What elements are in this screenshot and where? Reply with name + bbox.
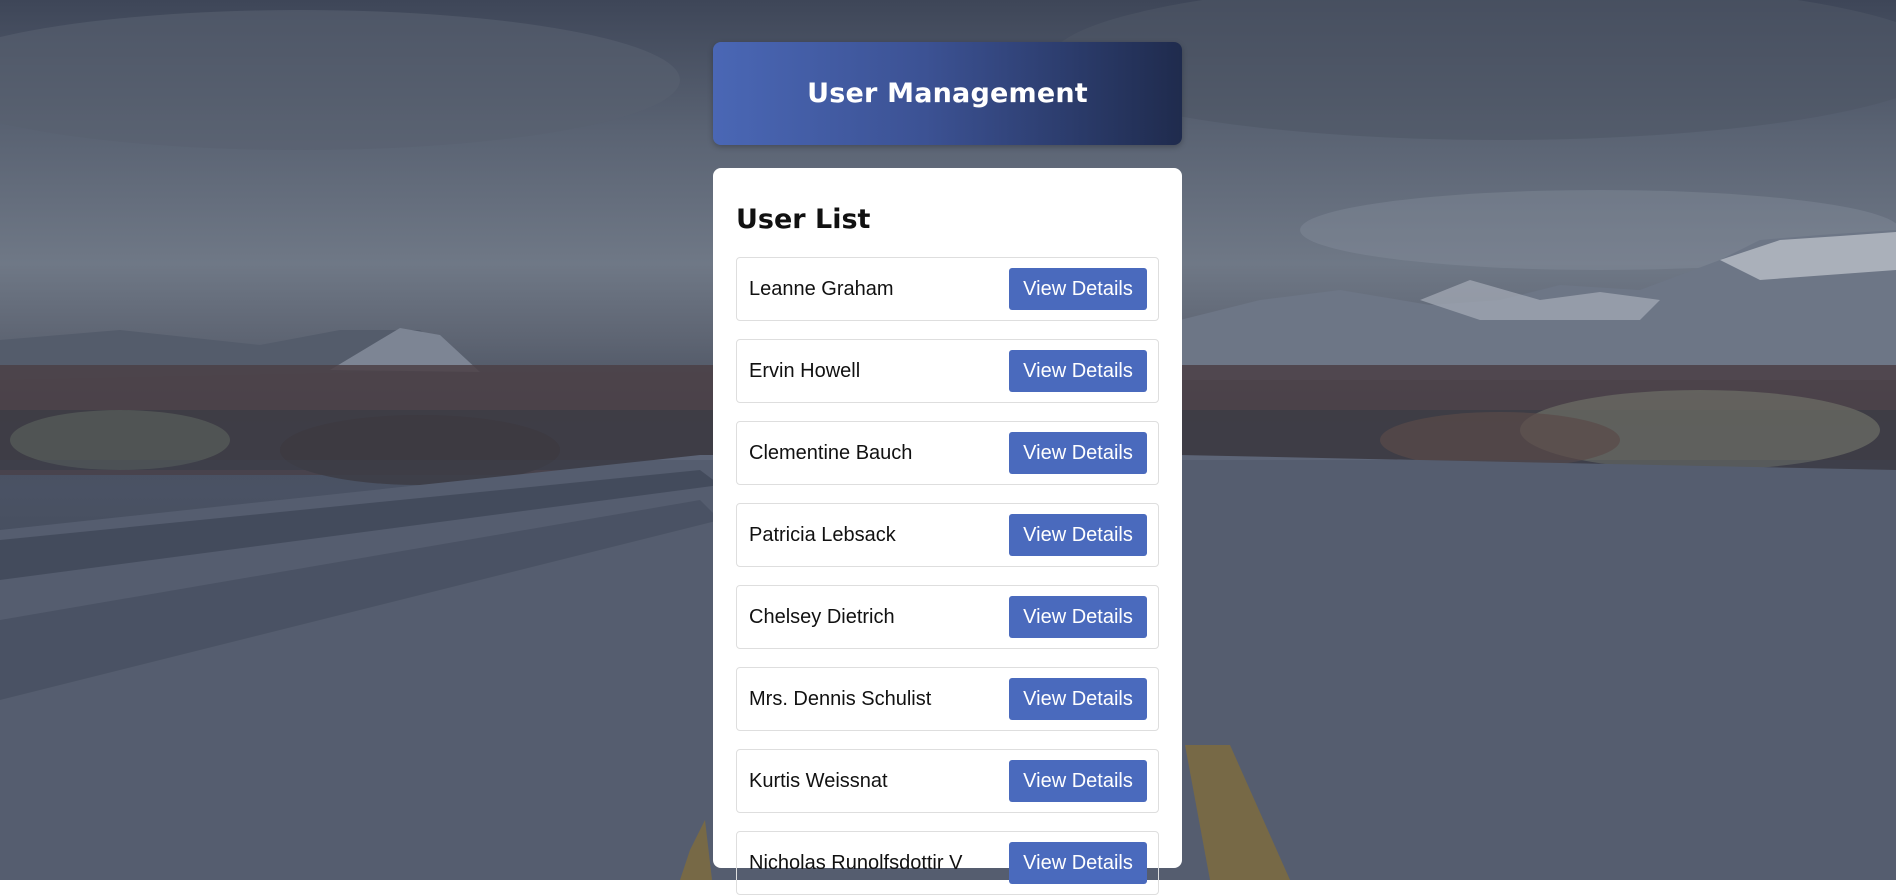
user-name: Clementine Bauch (749, 441, 913, 464)
user-name: Leanne Graham (749, 277, 894, 300)
view-details-button[interactable]: View Details (1009, 268, 1147, 310)
user-row: Clementine Bauch View Details (736, 421, 1159, 485)
user-row: Chelsey Dietrich View Details (736, 585, 1159, 649)
header-banner: User Management (713, 42, 1182, 145)
user-list: Leanne Graham View Details Ervin Howell … (736, 257, 1159, 895)
user-list-card: User List Leanne Graham View Details Erv… (713, 168, 1182, 895)
user-name: Kurtis Weissnat (749, 769, 888, 792)
view-details-button[interactable]: View Details (1009, 842, 1147, 884)
view-details-button[interactable]: View Details (1009, 678, 1147, 720)
user-name: Chelsey Dietrich (749, 605, 895, 628)
user-row: Ervin Howell View Details (736, 339, 1159, 403)
user-name: Nicholas Runolfsdottir V (749, 851, 963, 874)
user-name: Patricia Lebsack (749, 523, 896, 546)
user-row: Nicholas Runolfsdottir V View Details (736, 831, 1159, 895)
user-name: Mrs. Dennis Schulist (749, 687, 932, 710)
view-details-button[interactable]: View Details (1009, 596, 1147, 638)
view-details-button[interactable]: View Details (1009, 432, 1147, 474)
user-management-panel: User Management User List Leanne Graham … (713, 42, 1182, 895)
view-details-button[interactable]: View Details (1009, 760, 1147, 802)
user-row: Leanne Graham View Details (736, 257, 1159, 321)
page-title: User Management (807, 78, 1088, 109)
user-row: Kurtis Weissnat View Details (736, 749, 1159, 813)
user-row: Patricia Lebsack View Details (736, 503, 1159, 567)
user-row: Mrs. Dennis Schulist View Details (736, 667, 1159, 731)
view-details-button[interactable]: View Details (1009, 350, 1147, 392)
view-details-button[interactable]: View Details (1009, 514, 1147, 556)
user-name: Ervin Howell (749, 359, 861, 382)
user-list-heading: User List (736, 204, 871, 235)
